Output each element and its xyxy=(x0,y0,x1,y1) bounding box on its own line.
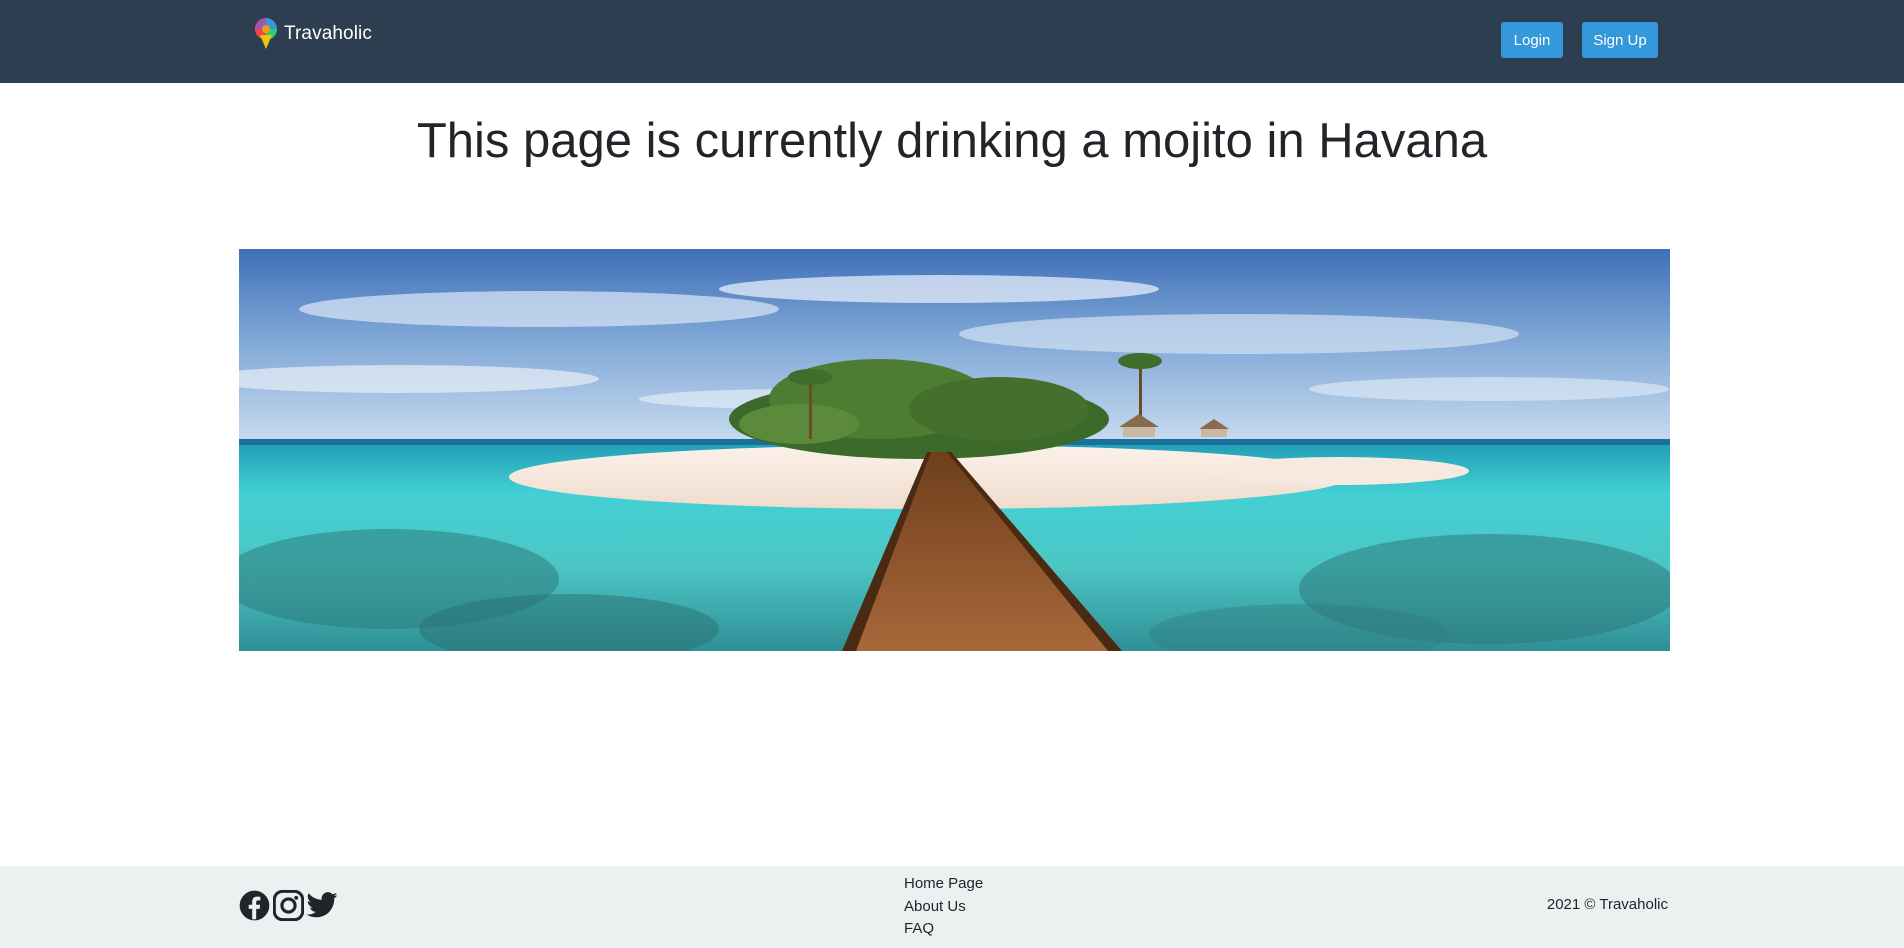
top-navbar: Travaholic Login Sign Up xyxy=(0,0,1904,83)
tropical-island-boardwalk-photo xyxy=(239,249,1670,651)
footer-link-home[interactable]: Home Page xyxy=(904,873,983,896)
brand-name: Travaholic xyxy=(284,23,372,44)
page-footer: Home Page About Us FAQ 2021 © Travaholic xyxy=(0,866,1904,948)
copyright-text: 2021 © Travaholic xyxy=(1546,896,1668,913)
map-pin-globe-icon xyxy=(252,17,280,51)
footer-links: Home Page About Us FAQ xyxy=(904,873,983,941)
footer-link-faq[interactable]: FAQ xyxy=(904,918,983,941)
social-links xyxy=(239,889,338,921)
twitter-icon[interactable] xyxy=(307,889,338,921)
footer-link-about[interactable]: About Us xyxy=(904,896,983,919)
brand-link[interactable]: Travaholic xyxy=(252,17,372,51)
page-title: This page is currently drinking a mojito… xyxy=(416,114,1488,168)
instagram-icon[interactable] xyxy=(273,889,304,921)
login-button[interactable]: Login xyxy=(1501,22,1563,58)
signup-button[interactable]: Sign Up xyxy=(1582,22,1658,58)
facebook-icon[interactable] xyxy=(239,889,270,921)
